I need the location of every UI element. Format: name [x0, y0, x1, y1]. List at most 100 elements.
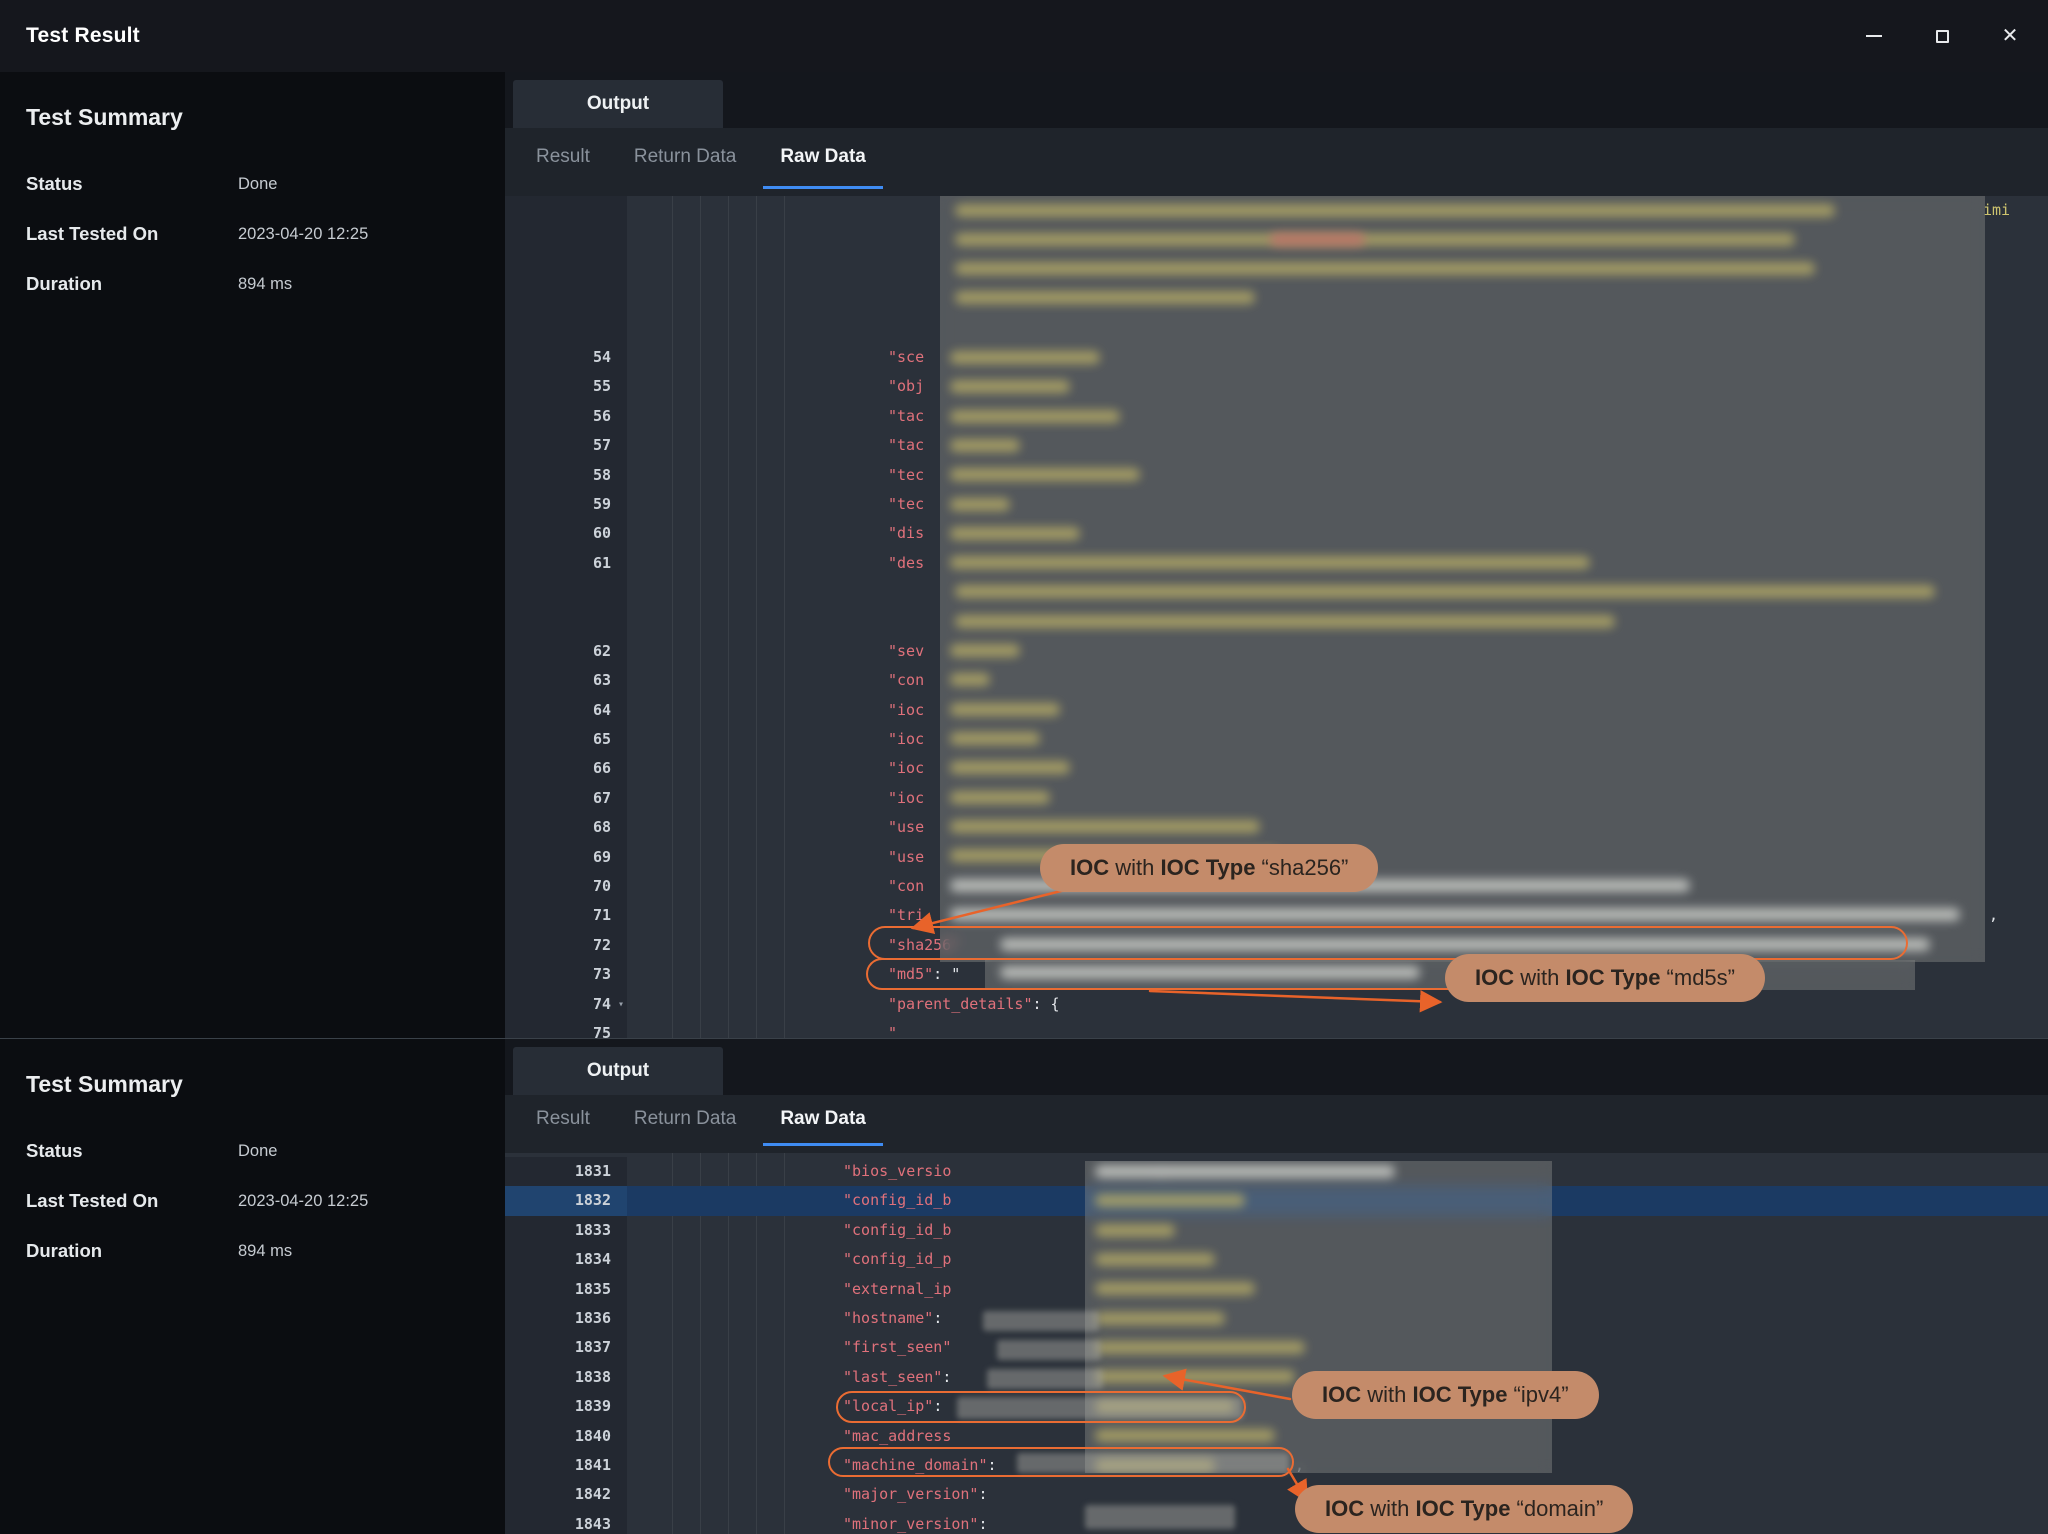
tab-output[interactable]: Output [513, 80, 723, 128]
blurred-text-streak [1095, 1224, 1175, 1237]
summary-row: Last Tested On2023-04-20 12:25 [26, 1190, 505, 1212]
subtab-return-data[interactable]: Return Data [617, 1095, 753, 1146]
line-number: 1832 [505, 1186, 627, 1215]
raw-data-viewer: imi54"sce55"obj56"tac57"tac58"tec59"tec6… [505, 196, 2048, 1038]
summary-label: Duration [26, 1240, 238, 1262]
close-button[interactable]: ✕ [1998, 24, 2022, 48]
line-number: 1834 [505, 1245, 627, 1274]
test-summary-sidebar: Test Summary StatusDoneLast Tested On202… [0, 1039, 505, 1534]
line-number: 1836 [505, 1304, 627, 1333]
blurred-text-streak [950, 439, 1020, 452]
line-number: 75 [505, 1019, 627, 1038]
line-number: 61 [505, 549, 627, 578]
redacted-blur-region [1085, 1161, 1552, 1473]
blurred-text-streak [950, 380, 1070, 393]
line-number: 72 [505, 931, 627, 960]
line-number: 70 [505, 872, 627, 901]
callout-ioc-domain: IOC with IOC Type “domain” [1295, 1485, 1633, 1533]
blurred-text-streak [1095, 1312, 1225, 1325]
line-number [505, 225, 627, 254]
output-main: Output ResultReturn DataRaw Data imi54"s… [505, 72, 2048, 1038]
blurred-text-streak [1095, 1253, 1215, 1266]
blurred-text-streak [955, 291, 1255, 304]
subtab-raw-data[interactable]: Raw Data [763, 128, 883, 189]
callout-ioc-md5s: IOC with IOC Type “md5s” [1445, 954, 1765, 1002]
line-number: 59 [505, 490, 627, 519]
minimize-button[interactable] [1862, 24, 1886, 48]
summary-row: StatusDone [26, 173, 505, 195]
ioc-highlight-local-ip [836, 1391, 1246, 1423]
subtab-raw-data[interactable]: Raw Data [763, 1095, 883, 1146]
test-result-panel-top: Test Summary StatusDone Last Tested On202… [0, 72, 2048, 1038]
code-text-fragment: imi [1983, 196, 2010, 225]
code-line[interactable]: 1842"major_version": [505, 1480, 2048, 1509]
maximize-icon [1936, 30, 1949, 43]
code-line[interactable]: 1843"minor_version": [505, 1510, 2048, 1534]
line-number: 56 [505, 402, 627, 431]
line-number: 67 [505, 784, 627, 813]
window-titlebar: Test Result ✕ [0, 0, 2048, 72]
line-number: 57 [505, 431, 627, 460]
line-number [505, 578, 627, 607]
summary-row: Duration894 ms [26, 1240, 505, 1262]
line-number: 1833 [505, 1216, 627, 1245]
blurred-text-streak [950, 644, 1020, 657]
summary-label: Last Tested On [26, 1190, 238, 1212]
line-number: 1831 [505, 1157, 627, 1186]
blurred-text-streak [955, 204, 1835, 217]
blurred-text-streak [950, 908, 1960, 921]
blurred-text-streak [950, 556, 1590, 569]
line-number: 1840 [505, 1422, 627, 1451]
line-number: 1838 [505, 1363, 627, 1392]
test-result-window: Test Result ✕ Test Summary StatusDone Las… [0, 0, 2048, 1534]
line-number [505, 314, 627, 343]
blurred-text-streak [1095, 1282, 1255, 1295]
blurred-text-streak [950, 820, 1260, 833]
summary-value: 2023-04-20 12:25 [238, 1190, 368, 1212]
output-tabstrip: Output [505, 72, 2048, 128]
output-tabstrip: Output [505, 1039, 2048, 1095]
line-number: 1842 [505, 1480, 627, 1509]
line-number: 1839 [505, 1392, 627, 1421]
tab-output[interactable]: Output [513, 1047, 723, 1095]
minimize-icon [1866, 35, 1882, 37]
subtab-return-data[interactable]: Return Data [617, 128, 753, 189]
blurred-text-streak [1095, 1165, 1395, 1178]
summary-row: StatusDone [26, 1140, 505, 1162]
blurred-text-streak [950, 468, 1140, 481]
maximize-button[interactable] [1930, 24, 1954, 48]
line-number: 60 [505, 519, 627, 548]
line-number: 1835 [505, 1275, 627, 1304]
fold-icon[interactable]: ▾ [618, 990, 624, 1019]
output-main: Output ResultReturn DataRaw Data 1831"bi… [505, 1039, 2048, 1534]
summary-label: Status [26, 1140, 238, 1162]
output-subtabs: ResultReturn DataRaw Data [505, 128, 2048, 196]
line-number: 66 [505, 754, 627, 783]
blurred-text-streak [950, 732, 1040, 745]
ioc-highlight-machine-domain [828, 1447, 1294, 1477]
window-title: Test Result [26, 24, 140, 48]
summary-value: 2023-04-20 12:25 [238, 223, 368, 245]
test-result-panel-bottom: Test Summary StatusDoneLast Tested On202… [0, 1038, 2048, 1534]
blurred-text-streak [1095, 1341, 1305, 1354]
subtab-result[interactable]: Result [519, 1095, 607, 1146]
blurred-text-streak [1095, 1194, 1245, 1207]
test-summary-title: Test Summary [26, 104, 505, 131]
subtab-result[interactable]: Result [519, 128, 607, 189]
line-number: 62 [505, 637, 627, 666]
code-line[interactable]: 75" [505, 1019, 2048, 1038]
line-number: 74▾ [505, 990, 627, 1019]
line-number: 1843 [505, 1510, 627, 1534]
blurred-text-streak [950, 673, 990, 686]
line-number: 1837 [505, 1333, 627, 1362]
blurred-text-streak [1095, 1429, 1275, 1442]
blurred-value [1085, 1505, 1235, 1529]
line-number: 1841 [505, 1451, 627, 1480]
test-summary-rows: StatusDone Last Tested On2023-04-20 12:25… [26, 1140, 505, 1262]
summary-row: Last Tested On2023-04-20 12:25 [26, 223, 505, 245]
code-line[interactable]: 74▾"parent_details": { [505, 990, 2048, 1019]
blurred-text-streak [950, 410, 1120, 423]
blurred-text-streak [950, 791, 1050, 804]
blurred-text-streak [950, 351, 1100, 364]
blurred-text-streak [955, 262, 1815, 275]
